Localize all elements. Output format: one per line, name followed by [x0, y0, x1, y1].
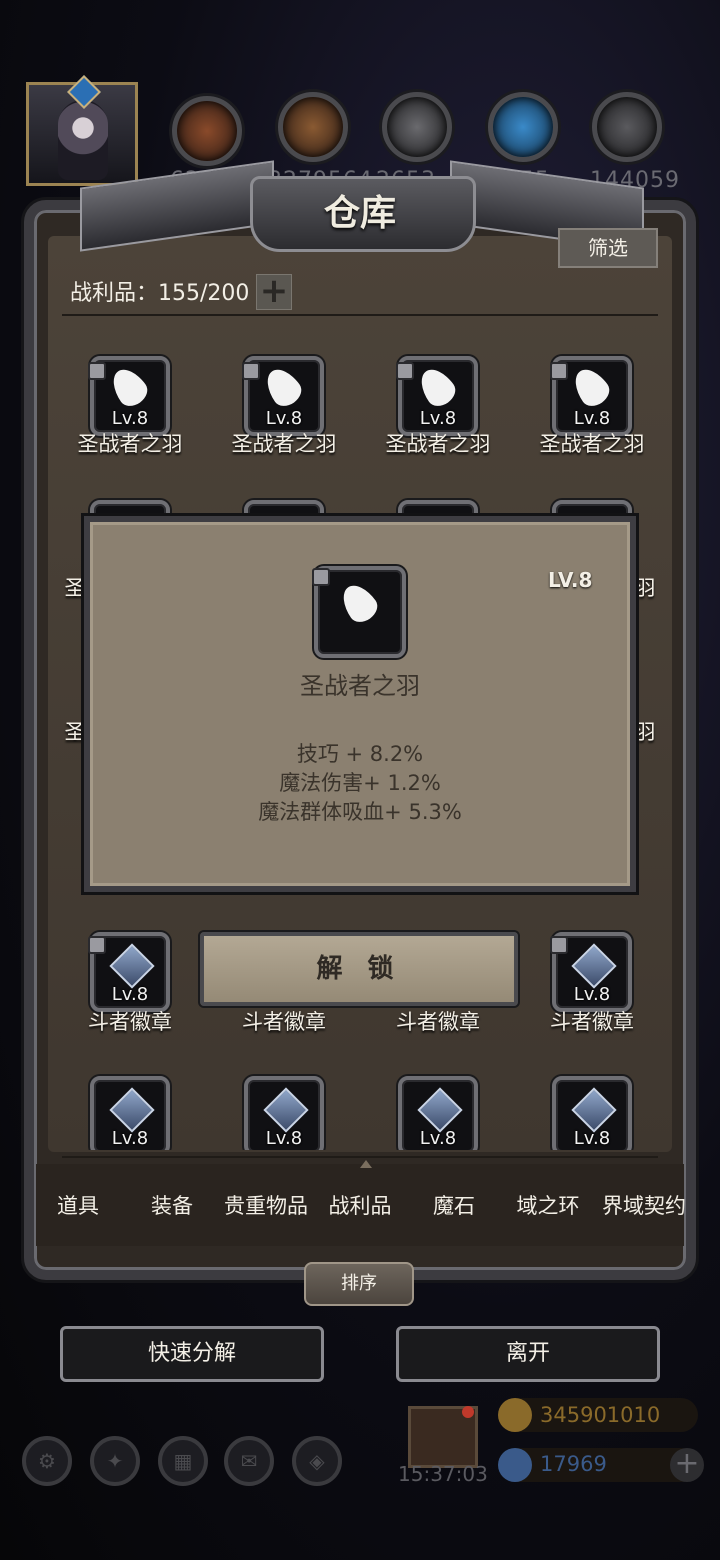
item-name: 斗者徽章: [88, 1010, 172, 1034]
item-name: 斗者徽章: [242, 1010, 326, 1034]
compass-icon[interactable]: ✦: [90, 1436, 140, 1486]
item-tile[interactable]: Lv.8: [244, 1076, 324, 1150]
item-tile[interactable]: Lv.8: [398, 1076, 478, 1150]
item-tile[interactable]: Lv.8: [552, 1076, 632, 1150]
divider: [62, 314, 658, 316]
tab-domain-ring[interactable]: 域之环: [500, 1190, 596, 1220]
gold-coin-icon: [498, 1398, 532, 1432]
item-level: Lv.8: [419, 1128, 457, 1149]
badge-icon: [571, 943, 617, 989]
tab-valuables[interactable]: 贵重物品: [216, 1190, 316, 1220]
scroll-icon[interactable]: ▦: [158, 1436, 208, 1486]
item-level: Lv.8: [111, 408, 149, 429]
active-tab-indicator-icon: [360, 1160, 372, 1168]
countdown-timer: 15:37:03: [398, 1462, 488, 1486]
quick-decompose-button[interactable]: 快速分解: [60, 1326, 324, 1382]
lock-icon: [550, 362, 568, 380]
tab-magic-stone[interactable]: 魔石: [406, 1190, 502, 1220]
item-row-clip: Lv.8 Lv.8 Lv.8 Lv.8: [48, 1070, 672, 1150]
add-currency-button[interactable]: +: [670, 1448, 704, 1482]
tab-loot[interactable]: 战利品: [312, 1190, 408, 1220]
crystal-resource-icon: [488, 92, 558, 162]
avatar: [58, 100, 108, 180]
lock-icon: [88, 936, 106, 954]
lock-icon: [88, 362, 106, 380]
leave-button[interactable]: 离开: [396, 1326, 660, 1382]
item-level: Lv.8: [111, 1128, 149, 1149]
divider: [62, 1156, 658, 1158]
stat-line: 魔法群体吸血+ 5.3%: [258, 800, 462, 824]
meat-resource-icon: [172, 96, 242, 166]
mail-icon[interactable]: ✉: [224, 1436, 274, 1486]
item-name: 斗者徽章: [396, 1010, 480, 1034]
notification-dot: [462, 1406, 474, 1418]
item-tile[interactable]: Lv.8: [90, 1076, 170, 1150]
iron-resource-icon: [592, 92, 662, 162]
item-level: Lv.8: [265, 1128, 303, 1149]
feather-icon: [413, 362, 461, 412]
expand-capacity-button[interactable]: +: [256, 274, 292, 310]
popup-item-level: LV.8: [548, 568, 593, 592]
item-level: Lv.8: [573, 984, 611, 1005]
lock-icon: [242, 362, 260, 380]
lock-icon: [396, 362, 414, 380]
unlock-button[interactable]: 解 锁: [200, 932, 518, 1006]
loot-capacity-label: 战利品：155/200: [70, 281, 250, 306]
item-level: Lv.8: [573, 408, 611, 429]
stone-resource-icon: [382, 92, 452, 162]
feather-icon: [105, 362, 153, 412]
badge-icon: [109, 943, 155, 989]
page-title: 仓库: [323, 192, 396, 234]
popup-item-name: 圣战者之羽: [300, 672, 420, 700]
gold-amount: 345901010: [540, 1403, 661, 1427]
item-name: 圣战者之羽: [77, 432, 183, 456]
feather-icon: [567, 362, 615, 412]
item-name: 圣战者之羽: [231, 432, 337, 456]
stat-line: 技巧 + 8.2%: [296, 742, 424, 766]
stat-line: 魔法伤害+ 1.2%: [279, 771, 441, 795]
chat-icon[interactable]: ◈: [292, 1436, 342, 1486]
badge-icon: [263, 1087, 309, 1133]
item-name: 圣战者之羽: [539, 432, 645, 456]
item-level: Lv.8: [419, 408, 457, 429]
settings-gear-icon[interactable]: ⚙: [22, 1436, 72, 1486]
sort-button[interactable]: 排序: [304, 1262, 414, 1306]
gem-amount: 17969: [540, 1452, 607, 1476]
item-name: 斗者徽章: [550, 1010, 634, 1034]
tab-equipment[interactable]: 装备: [124, 1190, 220, 1220]
gem-icon: [498, 1448, 532, 1482]
badge-icon: [417, 1087, 463, 1133]
tab-items[interactable]: 道具: [30, 1190, 126, 1220]
feather-icon: [335, 578, 383, 628]
lock-icon: [550, 936, 568, 954]
wood-resource-icon: [278, 92, 348, 162]
badge-icon: [109, 1087, 155, 1133]
filter-button[interactable]: 筛选: [558, 228, 658, 268]
tab-domain-contract[interactable]: 界域契约: [592, 1190, 696, 1220]
badge-icon: [571, 1087, 617, 1133]
item-level: Lv.8: [573, 1128, 611, 1149]
item-name: 圣战者之羽: [385, 432, 491, 456]
lock-icon: [312, 568, 330, 586]
feather-icon: [259, 362, 307, 412]
item-level: Lv.8: [265, 408, 303, 429]
item-level: Lv.8: [111, 984, 149, 1005]
